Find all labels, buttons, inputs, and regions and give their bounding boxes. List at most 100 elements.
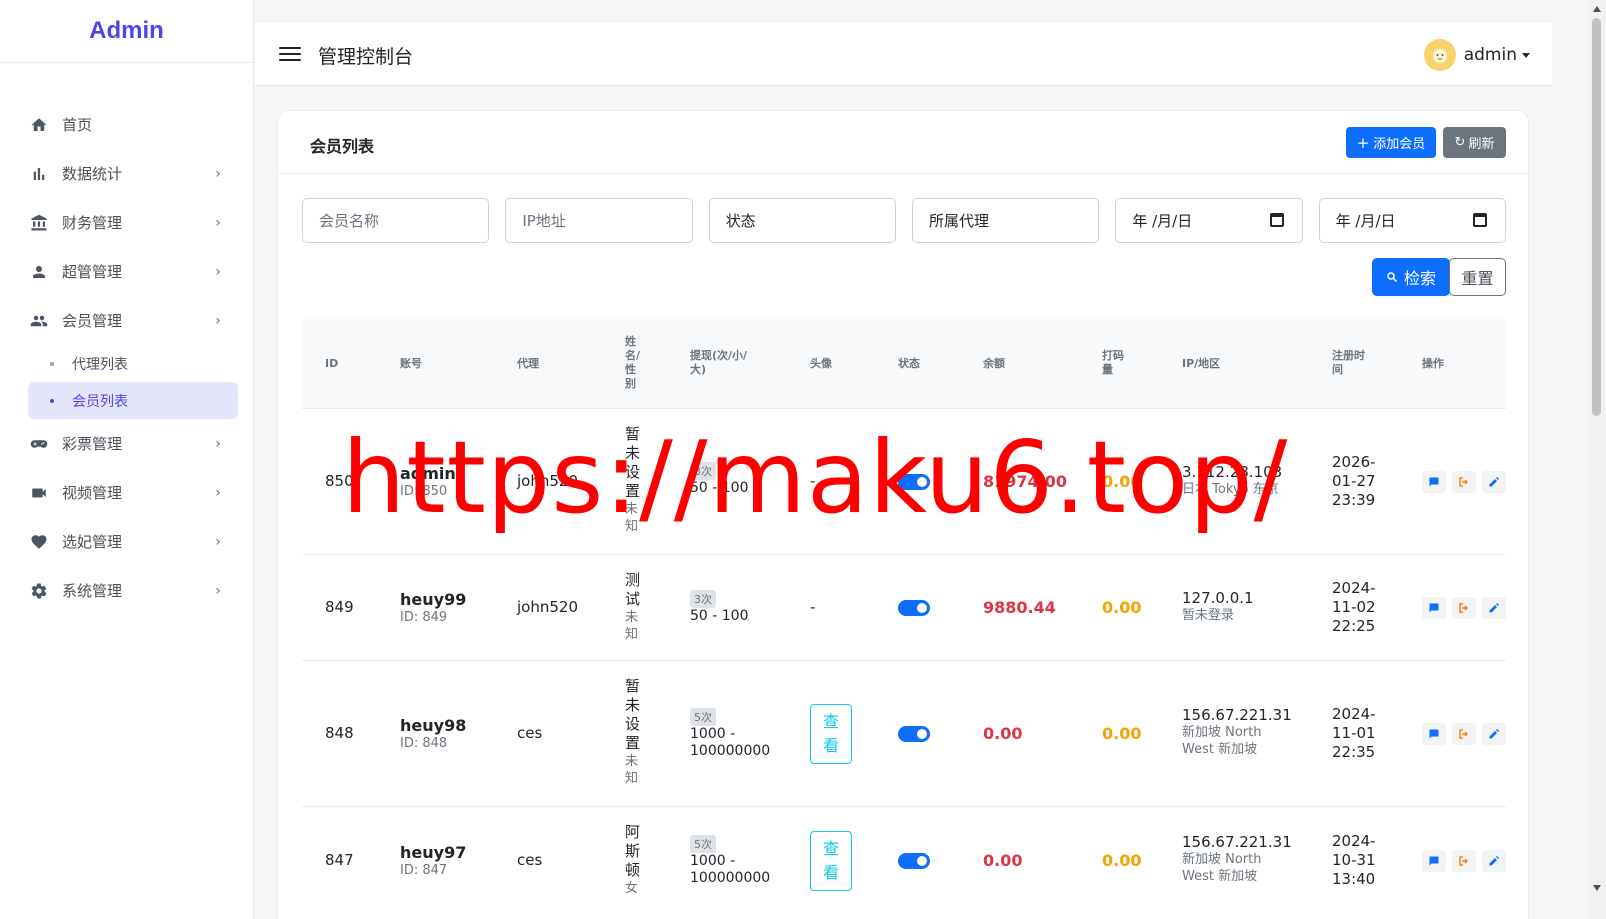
refresh-icon: ↻	[1454, 135, 1466, 150]
th-ops: 操作	[1422, 357, 1444, 370]
page-scrollbar[interactable]	[1588, 0, 1606, 919]
edit-button[interactable]	[1482, 597, 1506, 619]
sidebar-item-members[interactable]: 会员管理 ›	[28, 296, 238, 345]
hamburger-menu-icon[interactable]	[279, 44, 301, 64]
view-avatar-button[interactable]: 查看	[810, 704, 852, 764]
search-button[interactable]: 检索	[1372, 258, 1450, 296]
logout-button[interactable]	[1452, 723, 1476, 745]
calendar-icon[interactable]	[1472, 213, 1487, 227]
view-avatar-button[interactable]: 查看	[810, 831, 852, 891]
th-name-gender: 姓名/性别	[625, 335, 641, 390]
username: admin	[1463, 45, 1517, 65]
reg-clock: 22:35	[1332, 743, 1376, 761]
cell-agent: john520	[517, 598, 578, 616]
video-icon	[28, 482, 50, 504]
edit-button[interactable]	[1482, 723, 1506, 745]
account-name[interactable]: heuy98	[400, 716, 466, 735]
cell-balance: 9880.44	[983, 598, 1056, 617]
real-name: 阿斯顿	[625, 823, 641, 879]
ip-input[interactable]: IP地址	[505, 198, 693, 243]
status-select[interactable]: 状态	[708, 198, 896, 243]
pencil-icon	[1489, 856, 1499, 866]
member-list-card: 会员列表 + 添加会员 ↻ 刷新 会员名称 IP地址 状态 所属代理 年 /月/…	[277, 110, 1529, 919]
home-icon	[28, 114, 50, 136]
date-to-value: 年 /月/日	[1335, 212, 1396, 230]
account-id: ID: 849	[400, 610, 448, 625]
withdraw-range: 1000 - 100000000	[690, 853, 771, 886]
th-id: ID	[325, 357, 339, 370]
member-name-input[interactable]: 会员名称	[302, 198, 490, 243]
account-name[interactable]: heuy97	[400, 843, 466, 862]
table-row: 847 heuy97 ID: 847 ces 阿斯顿 女 5次 1000 - 1…	[302, 807, 1506, 919]
logout-icon	[1459, 856, 1469, 866]
member-name-placeholder: 会员名称	[319, 212, 380, 230]
gender: 未知	[625, 754, 639, 786]
reg-date: 2024-11-01	[1332, 705, 1376, 742]
sidebar-item-system[interactable]: 系统管理 ›	[28, 566, 238, 615]
reset-button[interactable]: 重置	[1449, 258, 1506, 296]
message-button[interactable]	[1422, 723, 1446, 745]
cell-withdraw: 5次 1000 - 100000000	[690, 707, 790, 760]
cell-reg-time: 2024-10-31 13:40	[1332, 832, 1382, 889]
ip-address: 156.67.221.31	[1182, 706, 1292, 724]
region: 新加坡 North West 新加坡	[1182, 725, 1262, 757]
withdraw-range: 1000 - 100000000	[690, 726, 771, 759]
table-header: ID 账号 代理 姓名/性别 提现(次/小/大) 头像 状态 余额 打码量 IP…	[302, 319, 1506, 409]
bar-chart-icon	[28, 163, 50, 185]
view-avatar-label: 查看	[823, 712, 840, 755]
scroll-down-icon[interactable]	[1593, 885, 1601, 891]
sidebar-item-video[interactable]: 视频管理 ›	[28, 468, 238, 517]
scrollbar-thumb[interactable]	[1592, 18, 1601, 416]
pencil-icon	[1489, 729, 1499, 739]
brand-logo[interactable]: Admin	[0, 0, 253, 63]
account-name[interactable]: heuy99	[400, 590, 466, 609]
cell-account: heuy99 ID: 849	[400, 590, 466, 626]
cell-name-gender: 暂未设置 未知	[625, 425, 643, 535]
edit-button[interactable]	[1482, 471, 1506, 493]
add-member-label: 添加会员	[1373, 137, 1426, 152]
sidebar-item-selection[interactable]: 选妃管理 ›	[28, 517, 238, 566]
status-toggle[interactable]	[898, 853, 930, 869]
sidebar-item-home[interactable]: 首页	[28, 100, 238, 149]
cell-account: heuy98 ID: 848	[400, 716, 466, 752]
date-from-input[interactable]: 年 /月/日	[1115, 198, 1303, 243]
user-menu[interactable]: admin	[1423, 39, 1530, 71]
add-member-button[interactable]: + 添加会员	[1346, 127, 1436, 158]
calendar-icon[interactable]	[1269, 213, 1284, 227]
withdraw-count-badge: 5次	[690, 708, 716, 726]
reg-clock: 22:25	[1332, 617, 1376, 635]
sidebar-subitem-member-list[interactable]: 会员列表	[28, 382, 238, 419]
sidebar-item-admins[interactable]: 超管管理 ›	[28, 247, 238, 296]
sidebar-subitem-agent-list[interactable]: 代理列表	[28, 345, 238, 382]
agent-select[interactable]: 所属代理	[911, 198, 1100, 243]
sidebar-item-finance[interactable]: 财务管理 ›	[28, 198, 238, 247]
edit-button[interactable]	[1482, 850, 1506, 872]
table-row: 849 heuy99 ID: 849 john520 测试 未知 3次 50 -…	[302, 555, 1506, 661]
th-ip-region: IP/地区	[1182, 357, 1221, 370]
gender: 女	[625, 881, 639, 896]
message-button[interactable]	[1422, 471, 1446, 493]
cell-avatar: 查看	[810, 831, 852, 891]
sidebar-item-lottery[interactable]: 彩票管理 ›	[28, 419, 238, 468]
status-toggle[interactable]	[898, 726, 930, 742]
message-button[interactable]	[1422, 850, 1446, 872]
logout-icon	[1459, 603, 1469, 613]
logout-button[interactable]	[1452, 597, 1476, 619]
logout-button[interactable]	[1452, 471, 1476, 493]
account-name[interactable]: admin	[400, 464, 456, 483]
status-toggle[interactable]	[898, 600, 930, 616]
refresh-button[interactable]: ↻ 刷新	[1443, 127, 1506, 158]
chevron-right-icon: ›	[215, 582, 221, 599]
scroll-up-icon[interactable]	[1593, 6, 1601, 12]
status-toggle[interactable]	[898, 474, 930, 490]
cell-ip-region: 3.112.28.103 日本 Tokyo 东京	[1182, 463, 1312, 498]
gender: 未知	[625, 502, 639, 534]
cell-status	[898, 474, 930, 490]
date-to-input[interactable]: 年 /月/日	[1318, 198, 1506, 243]
logout-button[interactable]	[1452, 850, 1476, 872]
message-button[interactable]	[1422, 597, 1446, 619]
message-icon	[1429, 856, 1439, 866]
real-name: 暂未设置	[625, 677, 641, 752]
cell-agent: ces	[517, 724, 543, 742]
sidebar-item-stats[interactable]: 数据统计 ›	[28, 149, 238, 198]
